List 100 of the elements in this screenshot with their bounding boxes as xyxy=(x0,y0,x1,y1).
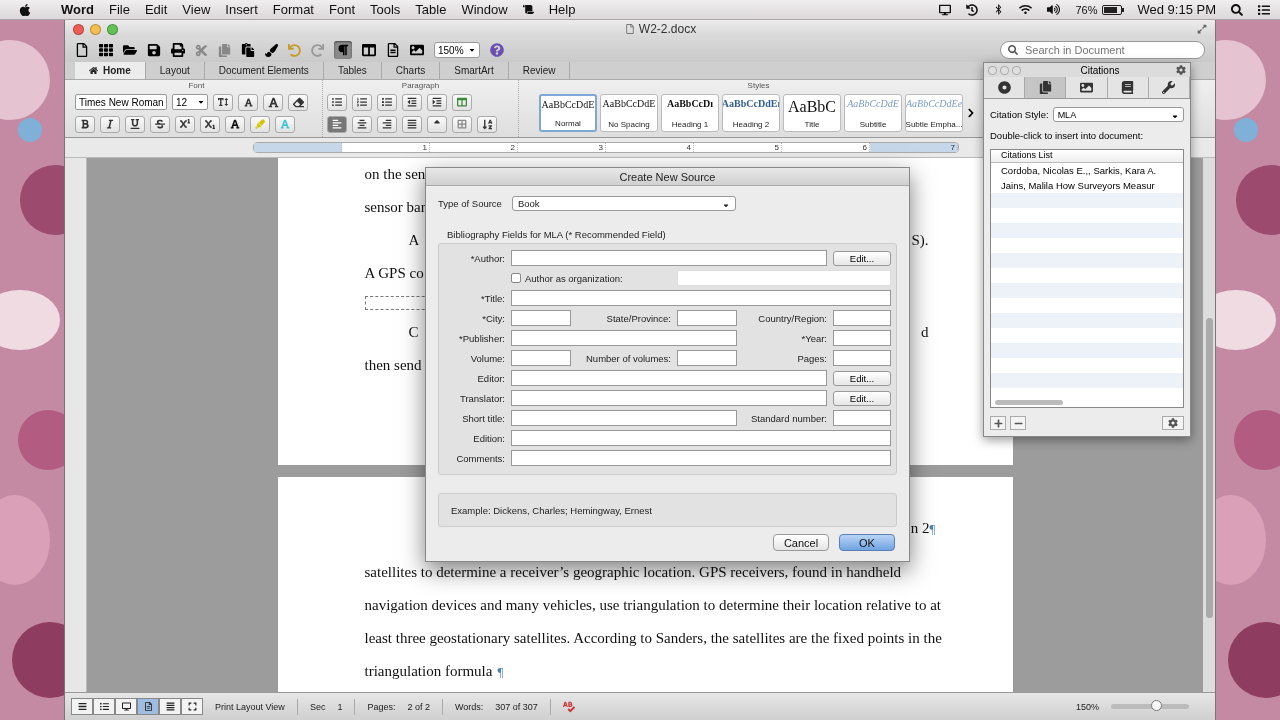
volume-icon[interactable] xyxy=(1047,3,1061,16)
edit-button[interactable]: Edit... xyxy=(833,250,891,266)
help-icon[interactable] xyxy=(489,43,504,57)
clear-formatting-button[interactable] xyxy=(288,93,308,111)
palette-tab[interactable] xyxy=(984,77,1026,98)
apple-icon[interactable] xyxy=(18,2,32,17)
ribbon-tab[interactable]: Document Elements xyxy=(204,62,324,79)
script-icon[interactable] xyxy=(522,4,534,15)
font-name-field[interactable]: Times New Roman xyxy=(75,94,167,110)
ribbon-tab[interactable]: Tables xyxy=(323,62,382,79)
menu-item[interactable]: Format xyxy=(272,2,314,17)
fullscreen-icon[interactable] xyxy=(1197,24,1207,34)
text-field[interactable] xyxy=(511,410,737,426)
slider-thumb[interactable] xyxy=(1151,700,1163,711)
menu-item[interactable]: Insert xyxy=(225,2,258,17)
folder-icon[interactable] xyxy=(123,43,137,57)
list-icon[interactable] xyxy=(1258,3,1270,16)
scrollbar[interactable] xyxy=(1203,158,1215,692)
text-field[interactable] xyxy=(511,290,891,306)
wifi-icon[interactable] xyxy=(1019,3,1033,16)
columns-button[interactable] xyxy=(452,93,472,111)
add-button[interactable] xyxy=(990,416,1006,430)
print-layout-view-button[interactable] xyxy=(137,698,159,715)
justify-button[interactable] xyxy=(402,115,422,133)
sort-button[interactable] xyxy=(477,115,497,133)
new-document-icon[interactable] xyxy=(75,43,89,57)
text-field[interactable] xyxy=(511,390,827,406)
citation-style-select[interactable]: MLA xyxy=(1052,107,1184,122)
ribbon-tab[interactable]: Review xyxy=(508,62,571,79)
search-icon[interactable] xyxy=(1231,3,1243,16)
ribbon-tab[interactable]: Home xyxy=(75,62,146,79)
font-color-button[interactable] xyxy=(225,115,245,133)
ribbon-tab[interactable]: Charts xyxy=(381,62,441,79)
palette-tab[interactable] xyxy=(1025,77,1067,98)
bullets-button[interactable] xyxy=(327,93,347,111)
zoom-button[interactable] xyxy=(107,23,118,35)
align-right-button[interactable] xyxy=(377,115,397,133)
draft-view-button[interactable] xyxy=(71,698,93,715)
menu-item[interactable]: Font xyxy=(329,2,355,17)
dialog-button[interactable]: OK xyxy=(839,534,895,551)
font-size-field[interactable]: 12 xyxy=(172,94,208,110)
zoom-select[interactable]: 150% xyxy=(434,42,480,58)
app-menu[interactable]: Word xyxy=(61,2,94,17)
text-field[interactable] xyxy=(833,310,891,326)
text-field[interactable] xyxy=(511,370,827,386)
display-icon[interactable] xyxy=(939,3,952,16)
publishing-view-button[interactable] xyxy=(115,698,137,715)
text-field[interactable] xyxy=(833,350,891,366)
gear-icon[interactable] xyxy=(1176,65,1186,75)
print-icon[interactable] xyxy=(171,43,185,57)
text-field[interactable] xyxy=(511,250,827,266)
style-preset[interactable]: AaBbC Title xyxy=(783,94,841,132)
borders-button[interactable] xyxy=(452,115,472,133)
edit-button[interactable]: Edit... xyxy=(833,390,891,406)
subscript-button[interactable] xyxy=(200,115,220,133)
dialog-button[interactable]: Cancel xyxy=(773,534,829,551)
clock-icon[interactable] xyxy=(966,3,979,16)
text-field[interactable] xyxy=(677,350,737,366)
shrink-font-button[interactable] xyxy=(238,93,258,111)
multilevel-list-button[interactable] xyxy=(377,93,397,111)
save-icon[interactable] xyxy=(147,43,161,57)
style-preset[interactable]: AaBbCcDdEe Subtle Empha... xyxy=(905,94,963,132)
media-icon[interactable] xyxy=(410,43,424,57)
text-field[interactable] xyxy=(511,430,891,446)
menu-item[interactable]: Tools xyxy=(370,2,401,17)
full-screen-view-button[interactable] xyxy=(181,698,203,715)
numbering-button[interactable] xyxy=(352,93,372,111)
palette-tab[interactable] xyxy=(1066,77,1108,98)
line-spacing-button[interactable] xyxy=(427,115,447,133)
style-preset[interactable]: AaBbCcDı Heading 1 xyxy=(661,94,719,132)
decrease-indent-button[interactable] xyxy=(402,93,422,111)
strikethrough-button[interactable] xyxy=(150,115,170,133)
text-field[interactable] xyxy=(833,330,891,346)
palette-tab[interactable] xyxy=(1148,77,1190,98)
increase-indent-button[interactable] xyxy=(427,93,447,111)
align-left-button[interactable] xyxy=(327,115,347,133)
menu-item[interactable]: Edit xyxy=(144,2,168,17)
format-painter-icon[interactable] xyxy=(265,43,278,57)
page-icon[interactable] xyxy=(386,43,400,57)
menu-item[interactable]: Help xyxy=(548,2,576,17)
organization-field[interactable] xyxy=(677,270,891,286)
change-case-button[interactable] xyxy=(263,93,283,111)
edit-button[interactable]: Edit... xyxy=(833,370,891,386)
italic-button[interactable] xyxy=(100,115,120,133)
search-field[interactable]: Search in Document xyxy=(1000,41,1205,59)
superscript-button[interactable] xyxy=(175,115,195,133)
palette-tab[interactable] xyxy=(1107,77,1149,98)
style-preset[interactable]: AaBbCcDdE Subtitle xyxy=(844,94,902,132)
spelling-icon[interactable] xyxy=(562,700,575,713)
align-center-button[interactable] xyxy=(352,115,372,133)
grow-font-button[interactable] xyxy=(213,93,233,111)
remove-button[interactable] xyxy=(1010,416,1026,430)
close-button[interactable] xyxy=(73,23,84,35)
menu-item[interactable]: File xyxy=(109,2,130,17)
underline-button[interactable] xyxy=(125,115,145,133)
ribbon-tab[interactable]: SmartArt xyxy=(440,62,509,79)
text-field[interactable] xyxy=(511,310,571,326)
text-field[interactable] xyxy=(833,410,891,426)
menu-item[interactable]: Table xyxy=(415,2,447,17)
menu-item[interactable]: Window xyxy=(461,2,508,17)
